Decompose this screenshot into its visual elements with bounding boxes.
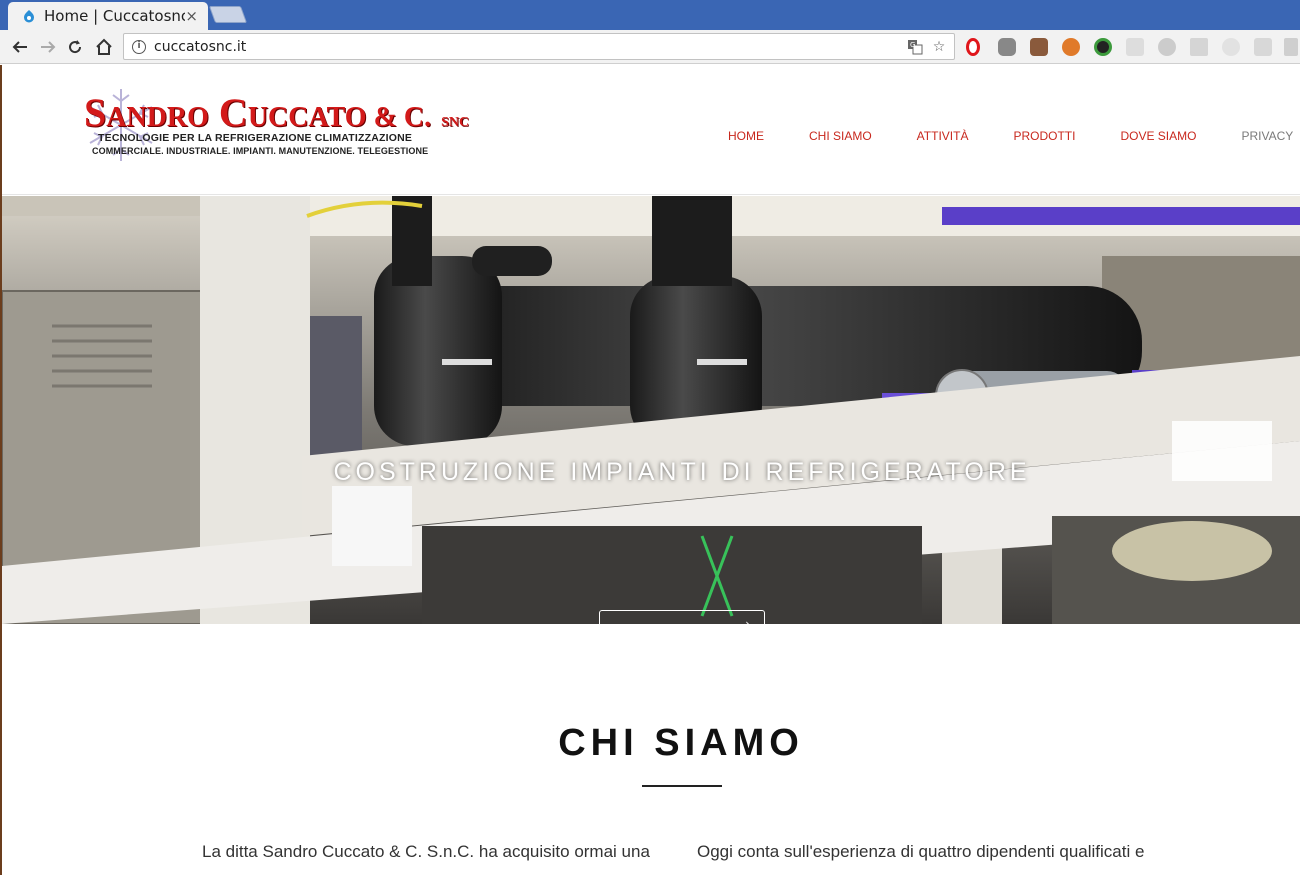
brand-initial-c: C [218, 90, 248, 135]
star-icon[interactable]: ☆ [930, 38, 948, 56]
extension-icon-8[interactable] [1190, 38, 1208, 56]
extension-icon-2[interactable] [998, 38, 1016, 56]
nav-chi-siamo[interactable]: CHI SIAMO [809, 129, 872, 143]
brand-initial-s: S [84, 90, 107, 135]
hero-caption: COSTRUZIONE IMPIANTI DI REFRIGERATORE [333, 458, 1031, 486]
home-icon [96, 38, 112, 55]
about-text-left: La ditta Sandro Cuccato & C. S.n.C. ha a… [202, 842, 650, 861]
browser-tab-strip: Home | Cuccatosnc × [0, 0, 1300, 30]
translate-icon[interactable]: G [906, 38, 924, 56]
chevron-right-icon: › [745, 617, 750, 624]
hero-slider: COSTRUZIONE IMPIANTI DI REFRIGERATORE › [2, 196, 1300, 624]
tab-title: Home | Cuccatosnc [44, 7, 186, 25]
extension-icon-4[interactable] [1062, 38, 1080, 56]
browser-tab[interactable]: Home | Cuccatosnc × [8, 2, 208, 30]
brand-snc: SNC [441, 115, 470, 130]
nav-dove-siamo[interactable]: DOVE SIAMO [1120, 129, 1196, 143]
extension-icon-5[interactable] [1094, 38, 1112, 56]
address-bar[interactable]: i cuccatosnc.it G ☆ [123, 33, 955, 60]
nav-attivita[interactable]: ATTIVITÀ [917, 129, 969, 143]
main-nav: HOME CHI SIAMO ATTIVITÀ PRODOTTI DOVE SI… [728, 129, 1293, 143]
arrow-right-icon [41, 41, 56, 53]
about-text-right: Oggi conta sull'esperienza di quattro di… [697, 842, 1145, 861]
info-icon[interactable]: i [132, 39, 146, 54]
hero-button[interactable]: › [599, 610, 765, 624]
back-button[interactable] [8, 35, 32, 59]
section-title: CHI SIAMO [558, 722, 804, 764]
instagram-extension-icon[interactable] [1030, 38, 1048, 56]
svg-text:G: G [910, 41, 915, 49]
site-header: SANDRO CUCCATO & C. SNC TECNOLOGIE PER L… [2, 65, 1300, 195]
drupal-favicon-icon [24, 10, 34, 23]
logo-tagline-1: TECNOLOGIE PER LA REFRIGERAZIONE CLIMATI… [98, 132, 413, 144]
site-logo[interactable]: SANDRO CUCCATO & C. SNC TECNOLOGIE PER L… [82, 85, 469, 165]
forward-button[interactable] [36, 35, 60, 59]
brand-name: SANDRO CUCCATO & C. SNC [84, 89, 469, 136]
logo-tagline-2: COMMERCIALE. INDUSTRIALE. IMPIANTI. MANU… [92, 146, 429, 156]
extension-icon-9[interactable] [1222, 38, 1240, 56]
extension-icon-7[interactable] [1158, 38, 1176, 56]
reload-icon [69, 40, 82, 54]
nav-home[interactable]: HOME [728, 129, 764, 143]
extension-icon-11[interactable] [1284, 38, 1298, 56]
pocket-extension-icon[interactable] [1126, 38, 1144, 56]
brand-second-rest: UCCATO [247, 102, 367, 133]
new-tab-button[interactable] [208, 6, 248, 23]
title-divider [642, 785, 722, 787]
tab-close-icon[interactable]: × [185, 7, 198, 25]
hero-image [2, 196, 1300, 624]
url-text[interactable]: cuccatosnc.it [154, 39, 906, 55]
browser-toolbar: i cuccatosnc.it G ☆ [0, 30, 1300, 64]
arrow-left-icon [12, 41, 27, 53]
brand-amp: & C. [366, 102, 432, 133]
nav-prodotti[interactable]: PRODOTTI [1013, 129, 1075, 143]
reload-button[interactable] [63, 35, 87, 59]
opera-extension-icon[interactable] [966, 38, 980, 56]
home-button[interactable] [92, 35, 116, 59]
nav-privacy[interactable]: PRIVACY [1241, 129, 1293, 143]
rss-extension-icon[interactable] [1254, 38, 1272, 56]
brand-first-rest: ANDRO [106, 102, 209, 133]
